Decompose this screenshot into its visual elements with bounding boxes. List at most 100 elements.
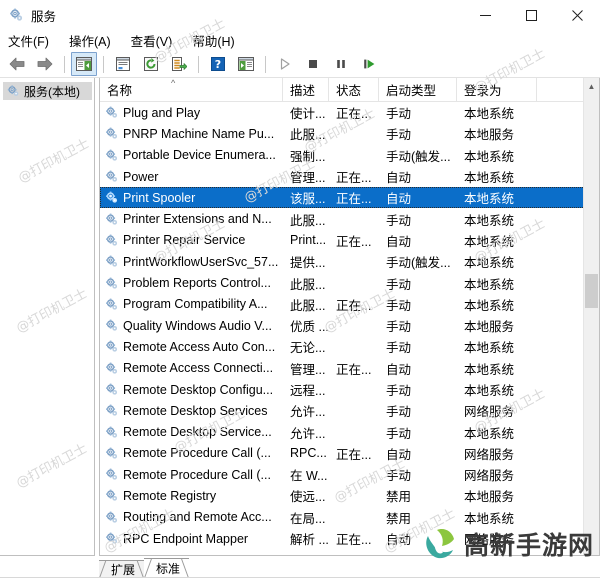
table-row[interactable]: PrintWorkflowUserSvc_57... 提供... 手动(触发..… [100, 251, 599, 272]
services-row-list[interactable]: Plug and Play 使计... 正在... 手动 本地系统 PNRP M… [100, 102, 599, 555]
forward-arrow-icon[interactable] [32, 52, 58, 76]
table-row[interactable]: Printer Repair Service Print... 正在... 自动… [100, 230, 599, 251]
cell-description: 此服... [290, 277, 326, 292]
table-row[interactable]: Program Compatibility A... 此服... 正在... 手… [100, 294, 599, 315]
cell-service-name: Remote Desktop Configu... [100, 382, 283, 397]
cell-description: 使远... [290, 490, 326, 505]
maximize-icon[interactable] [508, 0, 554, 30]
table-row[interactable]: Remote Procedure Call (... 在 W... 手动 网络服… [100, 464, 599, 485]
show-console-icon[interactable] [233, 52, 259, 76]
column-header-description[interactable]: 描述 [283, 78, 329, 101]
service-gear-icon [104, 105, 119, 120]
column-header-name[interactable]: ^ 名称 [100, 78, 283, 101]
close-icon[interactable] [554, 0, 600, 30]
table-row[interactable]: Routing and Remote Acc... 在局... 禁用 本地系统 [100, 507, 599, 528]
cell-startup-type: 手动 [386, 405, 412, 420]
cell-description: 此服... [290, 128, 326, 143]
service-name-label: PNRP Machine Name Pu... [123, 126, 275, 141]
tree-node-services-local[interactable]: 服务(本地) [3, 82, 92, 100]
start-service-icon[interactable] [272, 52, 298, 76]
service-gear-icon [104, 276, 119, 291]
scrollbar-thumb[interactable] [585, 274, 598, 308]
cell-logon-as: 本地系统 [464, 298, 515, 313]
service-gear-icon [104, 233, 119, 248]
service-gear-icon [104, 361, 119, 376]
cell-service-name: Remote Desktop Service... [100, 425, 283, 440]
help-icon[interactable]: ? [205, 52, 231, 76]
column-header-status-label: 状态 [336, 84, 362, 98]
cell-status: 正在... [336, 192, 372, 207]
cell-description: 强制... [290, 149, 326, 164]
refresh-icon[interactable] [138, 52, 164, 76]
service-gear-icon [104, 339, 119, 354]
service-gear-icon [104, 425, 119, 440]
toolbar-separator [265, 55, 266, 73]
back-arrow-icon[interactable] [4, 52, 30, 76]
properties-icon[interactable] [110, 52, 136, 76]
cell-startup-type: 手动 [386, 341, 412, 356]
show-tree-pane-icon[interactable] [71, 52, 97, 76]
scroll-up-arrow-icon[interactable]: ▲ [584, 78, 599, 95]
stop-service-icon[interactable] [300, 52, 326, 76]
export-list-icon[interactable] [166, 52, 192, 76]
table-row[interactable]: Remote Access Auto Con... 无论... 手动 本地系统 [100, 336, 599, 357]
service-name-label: Program Compatibility A... [123, 297, 268, 312]
cell-description: 使计... [290, 107, 326, 122]
tab-extended[interactable]: 扩展 [99, 560, 145, 578]
service-name-label: Remote Desktop Service... [123, 425, 272, 440]
cell-status: 正在... [336, 171, 372, 186]
cell-startup-type: 手动 [386, 277, 412, 292]
cell-description: 无论... [290, 341, 326, 356]
column-header-startup-type[interactable]: 启动类型 [379, 78, 457, 101]
service-name-label: Quality Windows Audio V... [123, 318, 272, 333]
table-row[interactable]: Remote Desktop Service... 允许... 手动 本地系统 [100, 421, 599, 442]
table-row[interactable]: PNRP Machine Name Pu... 此服... 手动 本地服务 [100, 123, 599, 144]
cell-logon-as: 本地系统 [464, 511, 515, 526]
services-gear-icon [6, 84, 20, 98]
table-row[interactable]: Portable Device Enumera... 强制... 手动(触发..… [100, 145, 599, 166]
table-row[interactable]: Remote Procedure Call (... RPC... 正在... … [100, 443, 599, 464]
sort-ascending-icon: ^ [171, 78, 176, 88]
table-row-selected[interactable]: Print Spooler 该服... 正在... 自动 本地系统 [100, 187, 599, 209]
service-gear-icon [104, 190, 119, 205]
service-name-label: Remote Desktop Configu... [123, 382, 274, 397]
table-row[interactable]: Problem Reports Control... 此服... 手动 本地系统 [100, 272, 599, 293]
cell-service-name: PNRP Machine Name Pu... [100, 126, 283, 141]
svg-text:?: ? [215, 58, 221, 71]
menu-action[interactable]: 操作(A) [69, 31, 111, 50]
column-header-logon-as[interactable]: 登录为 [457, 78, 537, 101]
minimize-icon[interactable] [462, 0, 508, 30]
cell-status: 正在... [336, 107, 372, 122]
pause-service-icon[interactable] [328, 52, 354, 76]
table-row[interactable]: Quality Windows Audio V... 优质 ... 手动 本地服… [100, 315, 599, 336]
table-row[interactable]: Power 管理... 正在... 自动 本地系统 [100, 166, 599, 187]
table-row[interactable]: Remote Desktop Configu... 远程... 手动 本地系统 [100, 379, 599, 400]
service-name-label: Problem Reports Control... [123, 276, 271, 291]
cell-logon-as: 本地系统 [464, 234, 515, 249]
toolbar-separator [64, 55, 65, 73]
window-title: 服务 [31, 9, 57, 24]
cell-service-name: Printer Repair Service [100, 233, 283, 248]
table-row[interactable]: Remote Access Connecti... 管理... 正在... 自动… [100, 358, 599, 379]
restart-service-icon[interactable] [356, 52, 382, 76]
cell-startup-type: 自动 [386, 171, 412, 186]
service-name-label: Power [123, 169, 159, 184]
list-header: ^ 名称 描述 状态 启动类型 登录为 [100, 78, 599, 102]
service-gear-icon [104, 318, 119, 333]
table-row[interactable]: Plug and Play 使计... 正在... 手动 本地系统 [100, 102, 599, 123]
cell-service-name: Program Compatibility A... [100, 297, 283, 312]
table-row[interactable]: Printer Extensions and N... 此服... 手动 本地系… [100, 208, 599, 229]
cell-startup-type: 禁用 [386, 490, 412, 505]
vertical-scrollbar[interactable]: ▲ [583, 78, 599, 555]
table-row[interactable]: Remote Desktop Services 允许... 手动 网络服务 [100, 400, 599, 421]
service-gear-icon [104, 446, 119, 461]
table-row[interactable]: Remote Registry 使远... 禁用 本地服务 [100, 485, 599, 506]
service-gear-icon [104, 126, 119, 141]
menu-file[interactable]: 文件(F) [8, 31, 49, 50]
service-gear-icon [104, 488, 119, 503]
tab-standard[interactable]: 标准 [144, 558, 190, 578]
menu-help[interactable]: 帮助(H) [192, 31, 234, 50]
cell-description: 在 W... [290, 469, 328, 484]
menu-view[interactable]: 查看(V) [131, 31, 173, 50]
column-header-status[interactable]: 状态 [329, 78, 379, 101]
